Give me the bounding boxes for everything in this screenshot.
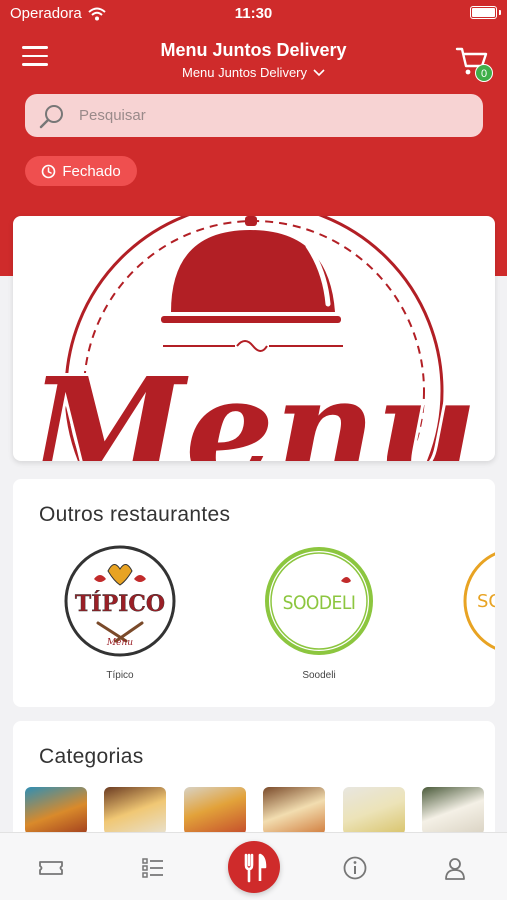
list-icon [142, 858, 163, 878]
tipico-logo: TÍPICO Menu [64, 545, 176, 657]
clock-time: 11:30 [234, 5, 273, 22]
store-selector-label: Menu Juntos Delivery [182, 65, 307, 80]
search-icon [39, 104, 63, 128]
tab-orders[interactable] [140, 855, 166, 881]
category-thumbnail[interactable] [422, 787, 484, 835]
tab-bar [0, 832, 507, 900]
chevron-down-icon [313, 68, 325, 76]
search-bar[interactable] [25, 94, 483, 137]
store-status-label: Fechado [62, 162, 121, 180]
restaurant-name: Soodeli [302, 670, 336, 681]
user-icon [445, 858, 465, 880]
search-input[interactable] [79, 107, 459, 124]
cart-button[interactable]: 0 [455, 44, 493, 82]
category-thumbnail[interactable] [25, 787, 87, 835]
battery-tip [499, 10, 501, 15]
clock-icon [42, 164, 56, 178]
category-thumbnail[interactable] [343, 787, 405, 835]
info-icon [343, 856, 367, 880]
tab-profile[interactable] [442, 855, 468, 881]
tab-coupons[interactable] [38, 855, 64, 881]
soodeli-logo-text: SOODELI [283, 592, 356, 614]
store-status-badge: Fechado [25, 156, 137, 186]
restaurant-item-partial[interactable]: SO [461, 545, 495, 662]
tab-menu[interactable] [228, 841, 280, 893]
cutlery-icon [244, 853, 267, 883]
restaurant-item-tipico[interactable]: TÍPICO Menu Típico [60, 545, 180, 681]
category-thumbnail[interactable] [104, 787, 166, 835]
app-screen: Operadora 11:30 Menu Juntos Delivery Men… [0, 0, 507, 900]
category-thumbnail[interactable] [184, 787, 246, 835]
other-restaurants-card: Outros restaurantes TÍPICO Menu Típico S… [13, 479, 495, 707]
title-block: Menu Juntos Delivery Menu Juntos Deliver… [0, 40, 507, 82]
categories-title: Categorias [39, 745, 144, 768]
restaurant-item-soodeli[interactable]: SOODELI Soodeli [259, 545, 379, 681]
tipico-logo-text: TÍPICO [75, 590, 165, 617]
soodeli-logo: SOODELI [265, 547, 373, 655]
category-thumbnail[interactable] [263, 787, 325, 835]
page-title: Menu Juntos Delivery [160, 40, 347, 60]
ticket-icon [39, 861, 63, 875]
status-bar: Operadora 11:30 [0, 0, 507, 28]
partial-restaurant-logo: SO [463, 552, 495, 650]
battery-icon [470, 6, 497, 19]
tipico-logo-sub: Menu [106, 638, 133, 648]
cart-count-badge: 0 [475, 64, 493, 82]
tab-info[interactable] [342, 855, 368, 881]
partial-restaurant-logo-text: SO [477, 591, 495, 612]
other-restaurants-title: Outros restaurantes [39, 503, 231, 526]
banner-logo-text: Menu [26, 348, 478, 461]
menu-logo-image: Menu [23, 216, 481, 461]
restaurant-banner: Menu [13, 216, 495, 461]
store-selector[interactable]: Menu Juntos Delivery [182, 65, 325, 80]
restaurant-name: Típico [106, 670, 134, 681]
